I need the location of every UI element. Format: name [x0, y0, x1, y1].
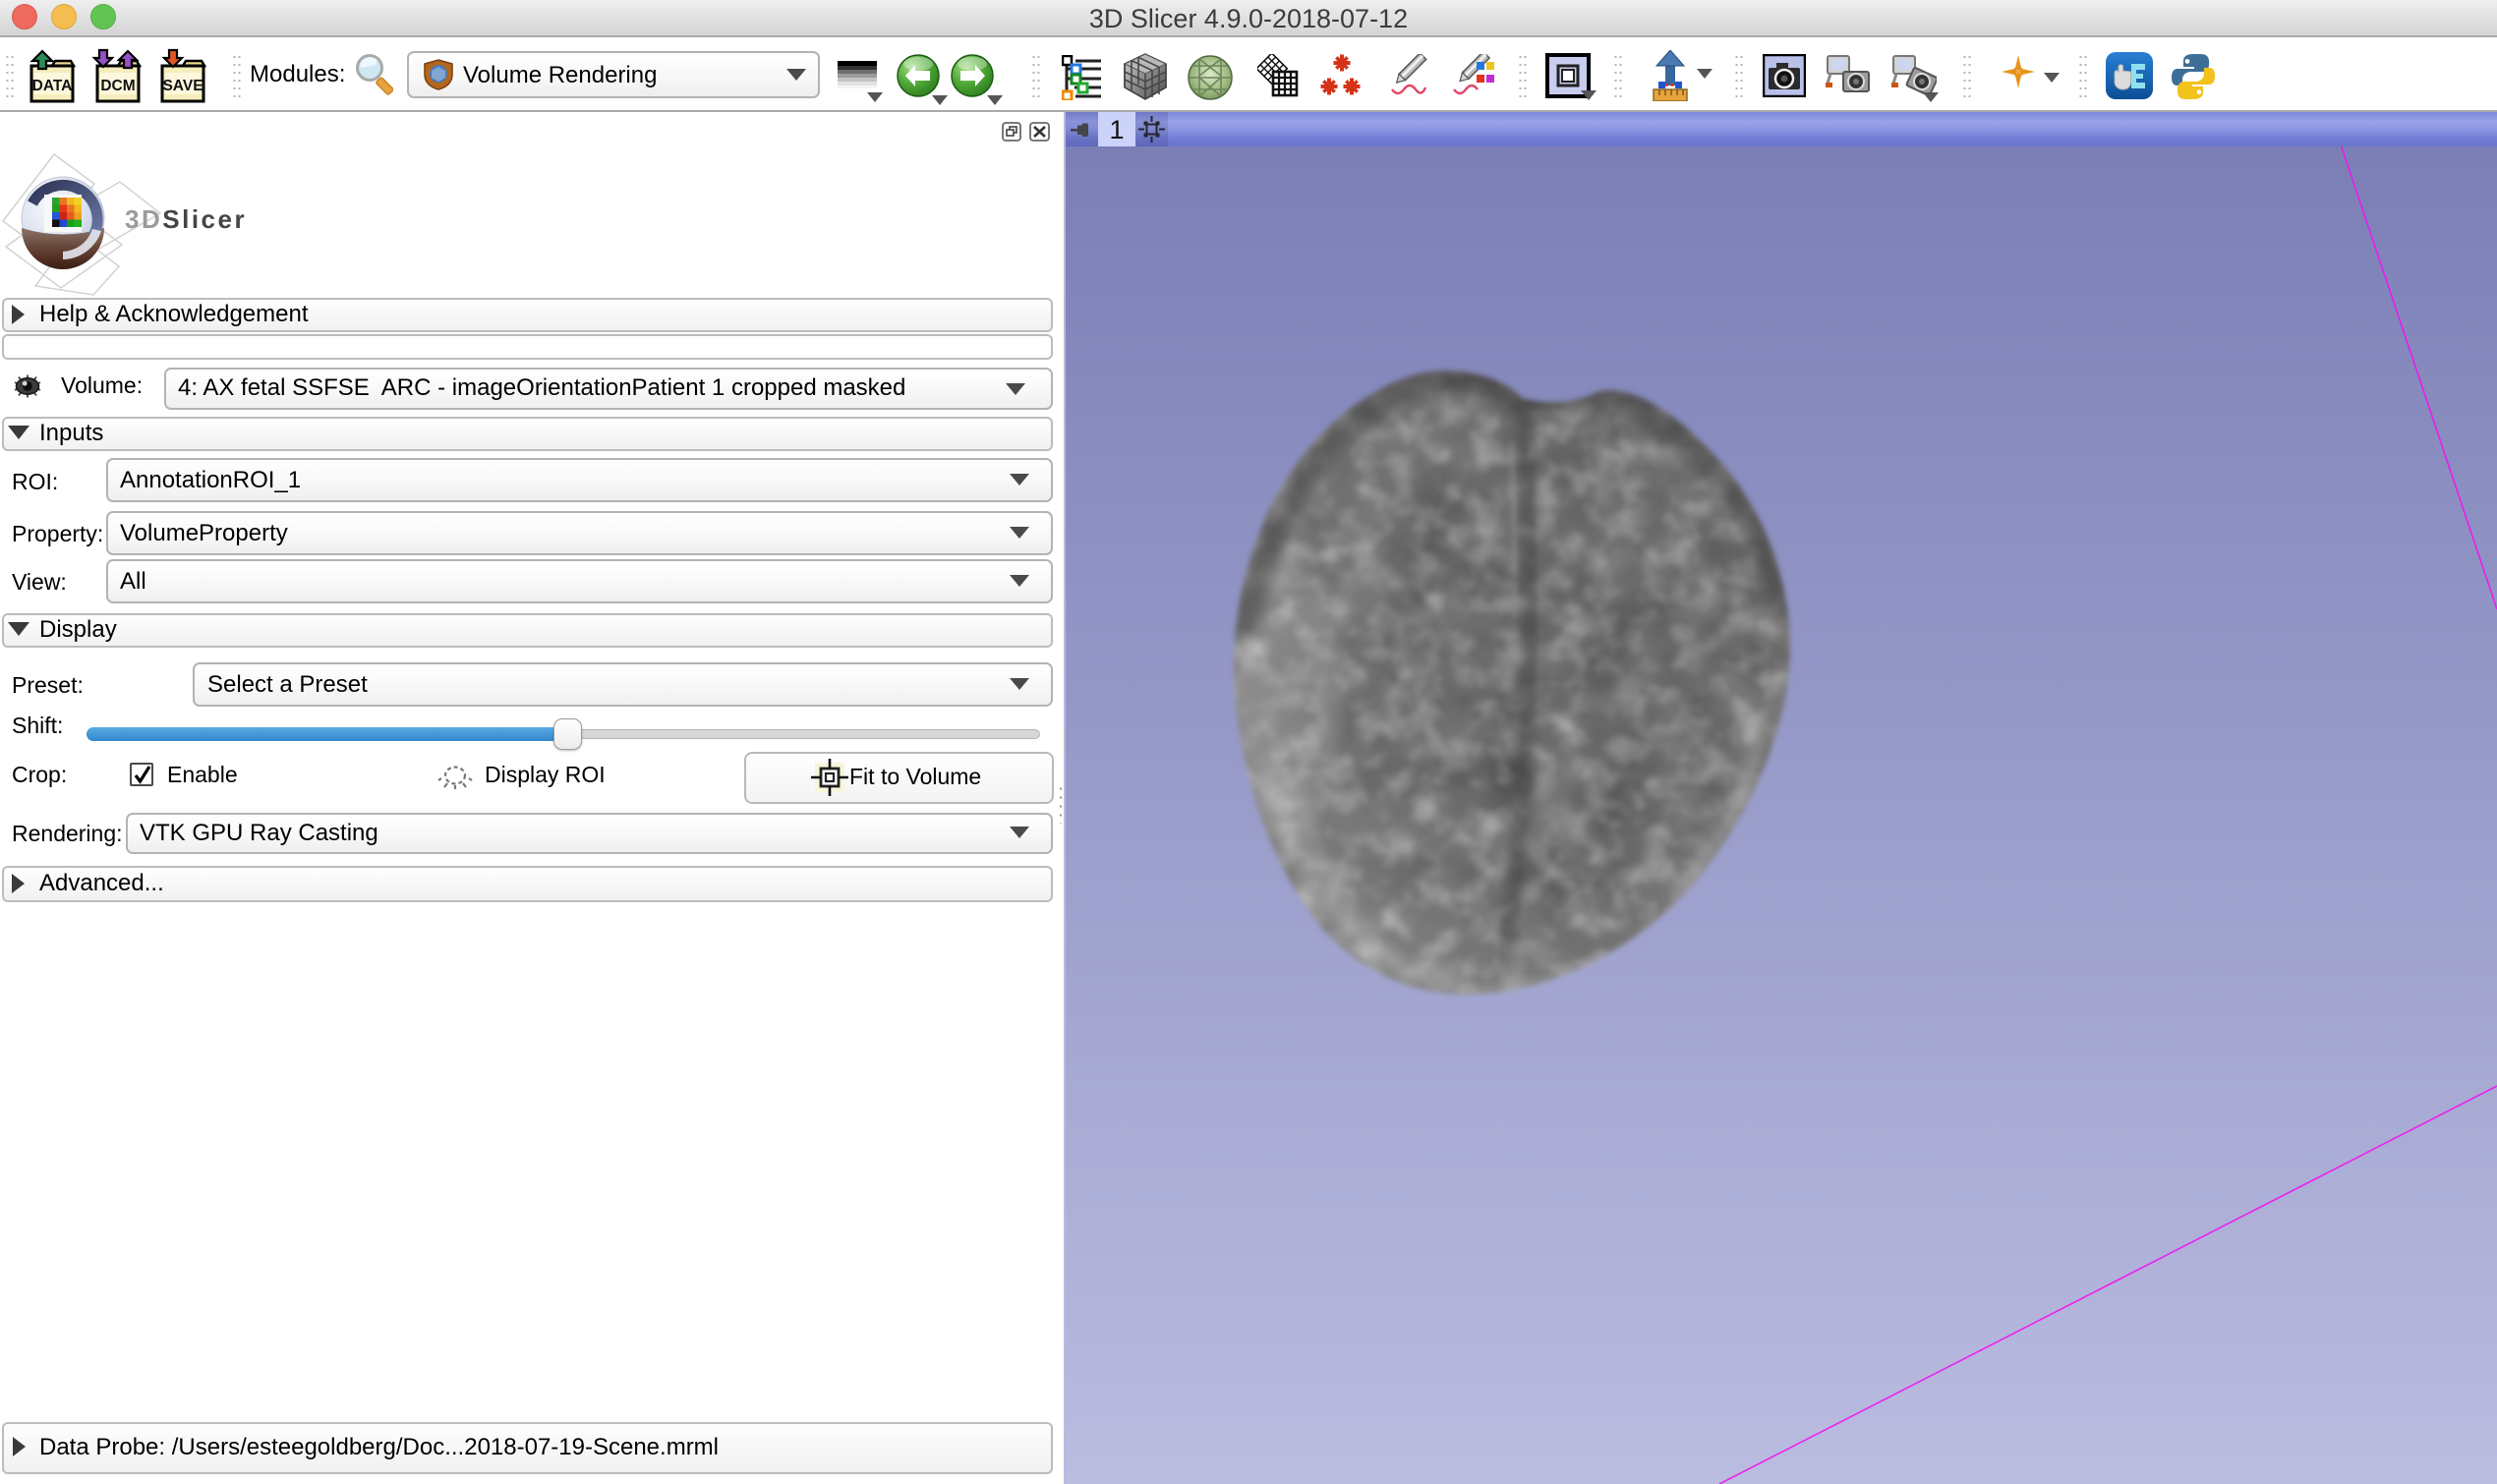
svg-text:SAVE: SAVE: [162, 78, 203, 94]
svg-text:DATA: DATA: [32, 78, 73, 94]
svg-text:DCM: DCM: [100, 78, 135, 94]
